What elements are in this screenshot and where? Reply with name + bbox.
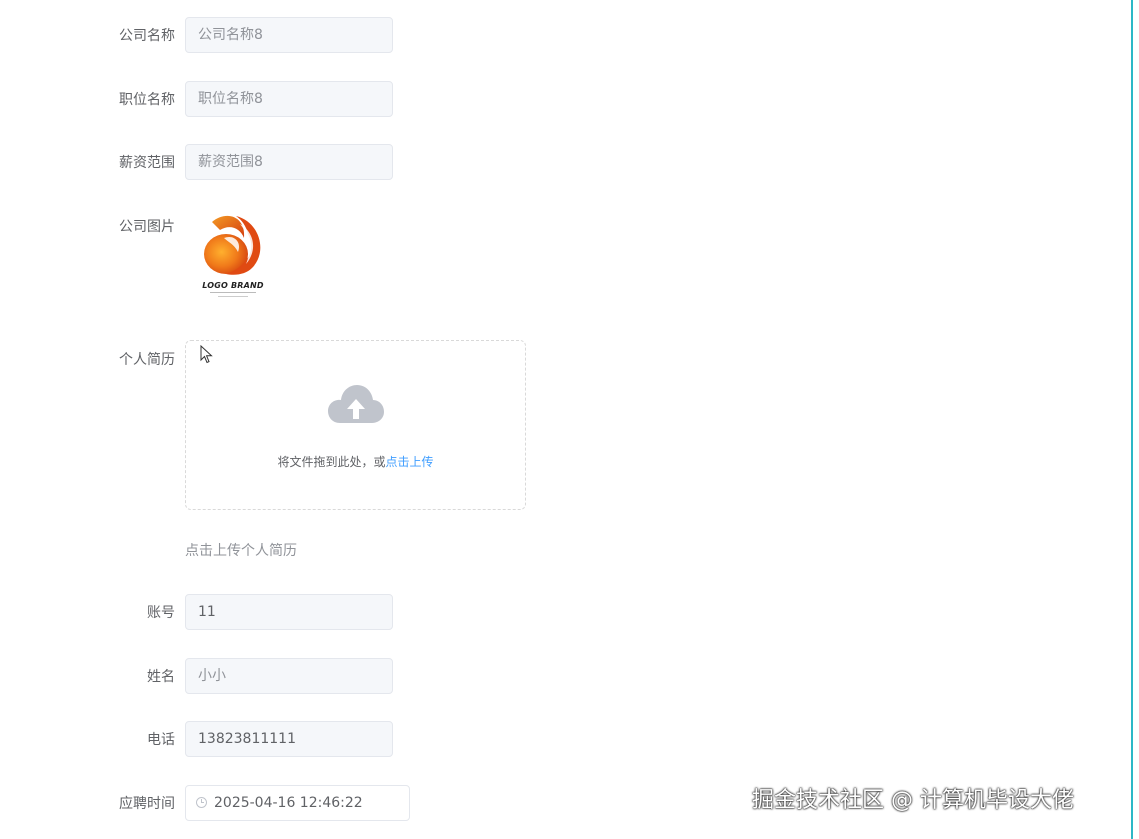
logo-tagline-line	[218, 296, 248, 297]
upload-drag-text: 将文件拖到此处，或	[277, 455, 386, 469]
logo-brand-text: LOGO BRAND	[202, 281, 264, 290]
page: 公司名称 公司名称8 职位名称 职位名称8 薪资范围 薪资范围8 公司图片 LO…	[0, 0, 1139, 839]
mouse-pointer-icon	[200, 345, 213, 364]
company-logo-image[interactable]: LOGO BRAND	[196, 208, 270, 302]
name-input[interactable]: 小小	[185, 658, 393, 694]
position-name-label: 职位名称	[119, 92, 175, 108]
resume-upload-tip: 点击上传个人简历	[185, 543, 297, 559]
name-label: 姓名	[147, 669, 175, 685]
logo-flame-icon	[204, 215, 261, 275]
apply-time-value: 2025-04-16 12:46:22	[214, 795, 363, 811]
watermark: 掘金技术社区 @ 计算机毕设大佬	[752, 788, 1074, 813]
right-edge-border	[1131, 0, 1133, 839]
apply-time-label: 应聘时间	[119, 796, 175, 812]
resume-label: 个人简历	[119, 352, 175, 368]
position-name-input[interactable]: 职位名称8	[185, 81, 393, 117]
account-input[interactable]: 11	[185, 594, 393, 630]
apply-time-picker[interactable]: 2025-04-16 12:46:22	[185, 785, 410, 821]
resume-upload-dropzone[interactable]: 将文件拖到此处，或点击上传	[185, 340, 526, 510]
upload-instructions: 将文件拖到此处，或点击上传	[186, 453, 525, 470]
logo-tagline-line	[210, 292, 256, 293]
company-image-label: 公司图片	[119, 219, 175, 235]
clock-icon	[196, 797, 207, 808]
click-upload-link[interactable]: 点击上传	[386, 455, 434, 469]
phone-label: 电话	[147, 732, 175, 748]
cloud-upload-icon	[328, 385, 384, 423]
phone-input[interactable]: 13823811111	[185, 721, 393, 757]
company-name-input[interactable]: 公司名称8	[185, 17, 393, 53]
salary-range-input[interactable]: 薪资范围8	[185, 144, 393, 180]
account-label: 账号	[147, 605, 175, 621]
salary-range-label: 薪资范围	[119, 155, 175, 171]
company-name-label: 公司名称	[119, 28, 175, 44]
